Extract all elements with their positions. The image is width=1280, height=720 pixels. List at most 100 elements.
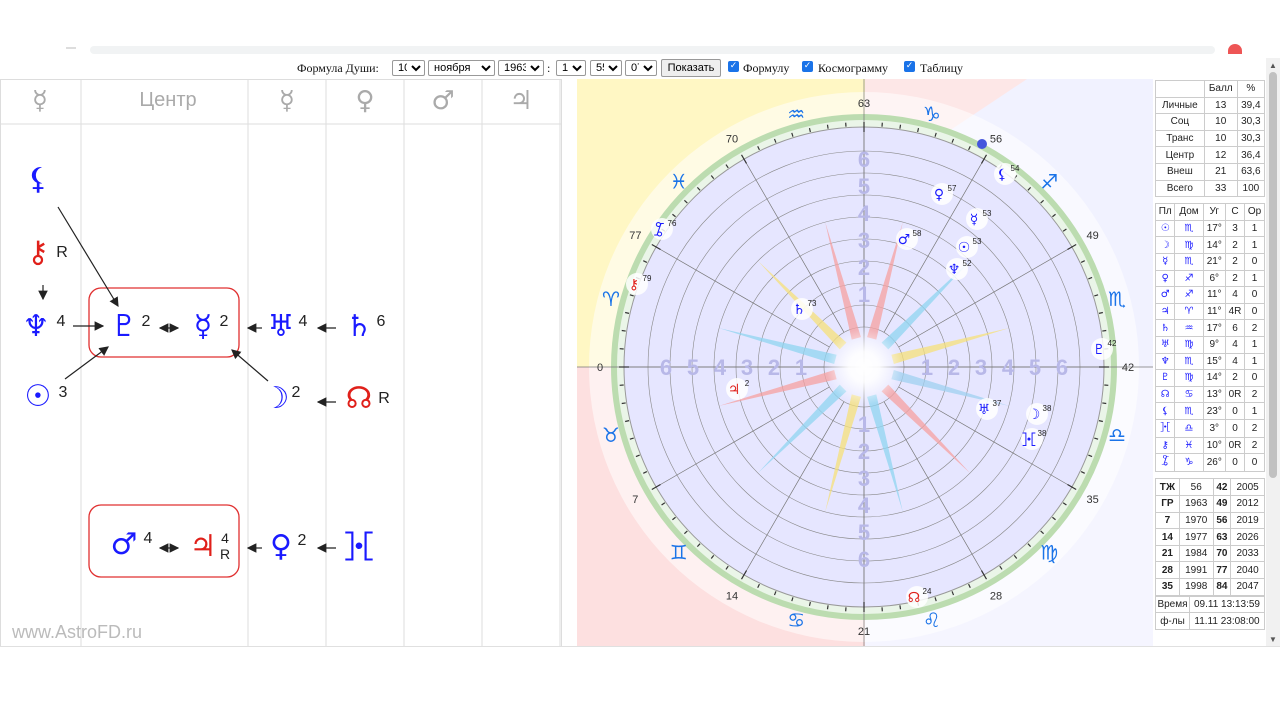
address-bar[interactable] [90, 46, 1215, 54]
planet-icon: ♃ [728, 382, 741, 398]
scale-number: 3 [858, 228, 870, 253]
uranus-count: 4 [299, 313, 308, 330]
lilith-icon: ⚸ [27, 162, 49, 197]
zodiac-sign-icon: ♉ [602, 423, 620, 447]
outer-number: 42 [1122, 362, 1134, 374]
age-cell: 28 [1155, 561, 1180, 580]
planet-icon: ☊ [908, 590, 920, 606]
hour-select[interactable]: 15 [556, 60, 586, 76]
cosmogram-checkbox-label[interactable]: Космограмму [818, 61, 888, 76]
zodiac-sign-icon: ♊ [670, 540, 688, 564]
score-cell: 21 [1203, 162, 1238, 181]
planet-cell: ♏ [1174, 252, 1204, 271]
header-venus-icon: ♀ [355, 86, 374, 116]
table-checkbox[interactable]: ✓ [904, 61, 915, 72]
planet-cell: 0R [1224, 436, 1246, 455]
age-cell: 42 [1212, 478, 1232, 497]
score-cell: 30,3 [1236, 113, 1266, 131]
scroll-down-icon[interactable]: ▼ [1269, 635, 1277, 644]
planet-score: 38 [1043, 404, 1052, 413]
scale-number: 2 [858, 255, 870, 280]
planet-cell: ☊ [1154, 385, 1176, 404]
score-cell: Личные [1155, 96, 1205, 115]
scale-number: 1 [921, 355, 933, 380]
page-scrollbar[interactable]: ▲ ▼ [1266, 58, 1280, 646]
planet-cell: 0 [1244, 286, 1265, 304]
planet-row: ⚸ ♏ 23° 0 1 [1154, 402, 1265, 420]
scale-number: 6 [858, 547, 870, 572]
age-row: ГР 1963 49 2012 [1155, 495, 1265, 513]
time-label: Время [1155, 595, 1190, 614]
score-row: Транс 10 30,3 [1155, 129, 1266, 148]
planet-cell: ♍ [1174, 335, 1204, 354]
day-select[interactable]: 10 [392, 60, 425, 76]
score-cell: Всего [1155, 179, 1205, 198]
age-table: ТЖ 56 42 2005 ГР 1963 49 2012 7 1970 56 2019 14 1977 6… [1155, 478, 1265, 596]
planet-cell: 14° [1202, 236, 1226, 254]
formula-checkbox-label[interactable]: Формулу [743, 61, 789, 76]
scroll-thumb[interactable] [1269, 72, 1277, 478]
planet-row: ☉ ♏ 17° 3 1 [1154, 219, 1265, 238]
time-value: 09.11 13:13:59 [1189, 595, 1265, 614]
planet-row: ☽ ♍ 14° 2 1 [1154, 236, 1265, 254]
planet-row: ♄ ♒ 17° 6 2 [1154, 319, 1265, 337]
score-header-ball: Балл [1203, 80, 1238, 98]
formula-checkbox[interactable]: ✓ [728, 61, 739, 72]
planet-cell: ♏ [1174, 402, 1204, 420]
score-cell: Соц [1155, 113, 1205, 131]
planet-cell: 2 [1244, 319, 1265, 337]
age-cell: 84 [1212, 578, 1232, 596]
planet-row: ☿ ♏ 21° 2 0 [1154, 252, 1265, 271]
scale-number: 1 [858, 412, 870, 437]
header-center: Центр [139, 89, 196, 111]
planet-header-dom: Дом [1174, 203, 1204, 221]
show-button[interactable]: Показать [661, 59, 721, 77]
cosmogram-checkbox[interactable]: ✓ [802, 61, 813, 72]
planet-icon: ⯘ [1022, 432, 1036, 448]
age-cell: 49 [1212, 495, 1232, 513]
planet-cell: ♒ [1174, 319, 1204, 337]
planet-cell: ♏ [1174, 219, 1204, 238]
month-select[interactable]: ноября [428, 60, 495, 76]
planet-row: ⚷ ♓ 10° 0R 2 [1154, 436, 1265, 455]
planet-cell: 4 [1224, 352, 1246, 371]
planet-cell: ☽ [1154, 236, 1176, 254]
scale-number: 3 [741, 355, 753, 380]
planet-cell: 17° [1202, 219, 1226, 238]
jupiter-count: 4 [221, 530, 229, 546]
header-jupiter-icon: ♃ [509, 86, 532, 116]
venus-icon: ♀ [270, 529, 292, 564]
planet-cell: ♈ [1174, 302, 1204, 321]
planet-row: ♅ ♍ 9° 4 1 [1154, 335, 1265, 354]
planet-cell: ⯙ [1154, 453, 1176, 473]
planet-row: ☊ ♋ 13° 0R 2 [1154, 385, 1265, 404]
planet-row: ♀ ♐ 6° 2 1 [1154, 269, 1265, 288]
minute-select[interactable]: 55 [590, 60, 622, 76]
zodiac-sign-icon: ♐ [1040, 170, 1058, 194]
planet-icon: ♀ [934, 187, 944, 203]
planet-score: 53 [973, 237, 982, 246]
age-cell: 56 [1212, 511, 1232, 530]
planet-cell: 1 [1244, 219, 1265, 238]
marker-dot [977, 139, 987, 149]
year-select[interactable]: 1963 [498, 60, 544, 76]
age-cell: 56 [1178, 478, 1214, 497]
planet-cell: 2 [1224, 236, 1246, 254]
planet-cell: 15° [1202, 352, 1226, 371]
age-cell: 2047 [1230, 578, 1265, 596]
planet-icon: ♄ [793, 302, 806, 318]
moon-count: 2 [292, 384, 301, 401]
header-mars-icon: ♂ [431, 86, 454, 116]
extension-icon[interactable] [1228, 44, 1242, 54]
outer-number: 14 [726, 591, 738, 603]
planet-cell: 0 [1244, 369, 1265, 387]
formula-toolbar: Формула Души: 10 ноября 1963 : 15 55 07 … [0, 58, 1280, 80]
mars-count: 4 [144, 530, 153, 547]
watermark: www.AstroFD.ru [12, 622, 143, 642]
table-checkbox-label[interactable]: Таблицу [920, 61, 963, 76]
scroll-up-icon[interactable]: ▲ [1269, 61, 1277, 70]
planet-cell: 2 [1244, 385, 1265, 404]
scale-number: 2 [768, 355, 780, 380]
time-separator: : [547, 61, 551, 75]
second-select[interactable]: 07 [625, 60, 657, 76]
